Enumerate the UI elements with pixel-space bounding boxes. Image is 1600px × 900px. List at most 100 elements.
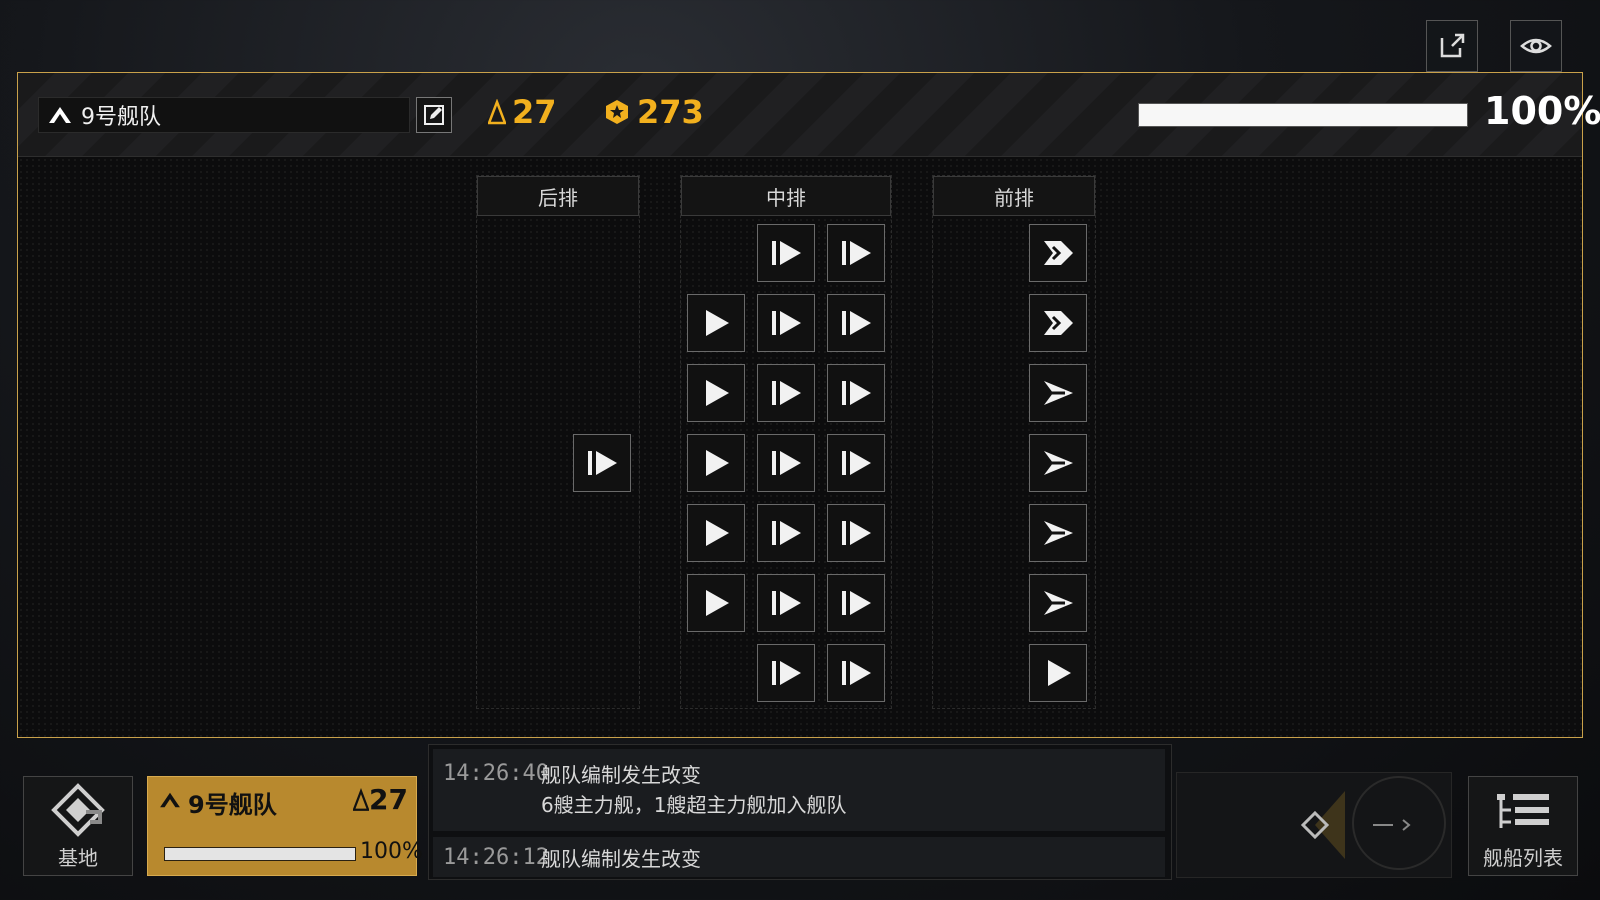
column-rear: 后排 bbox=[476, 175, 640, 709]
ship-icon bbox=[1044, 311, 1073, 335]
ship-icon bbox=[1048, 660, 1071, 686]
log-entry: 14:26:12 舰队编制发生改变 bbox=[433, 837, 1165, 877]
power-icon bbox=[488, 99, 506, 125]
fleet-power-value: 27 bbox=[512, 93, 557, 131]
ship-slot[interactable] bbox=[757, 434, 815, 492]
rename-button[interactable] bbox=[416, 97, 452, 133]
ship-icon bbox=[1044, 451, 1073, 475]
ship-icon bbox=[772, 661, 801, 685]
fleet-formation-panel: 9号舰队 27 273 100% 后排 中排 前排 bbox=[17, 72, 1600, 738]
ship-icon bbox=[706, 450, 729, 476]
eye-icon bbox=[1520, 38, 1552, 54]
ship-slot[interactable] bbox=[687, 364, 745, 422]
ship-icon bbox=[842, 311, 871, 335]
base-button[interactable]: 基地 bbox=[23, 776, 133, 876]
ship-slot[interactable] bbox=[687, 504, 745, 562]
ship-slot[interactable] bbox=[757, 294, 815, 352]
ship-icon bbox=[1044, 381, 1073, 405]
ship-slot[interactable] bbox=[827, 574, 885, 632]
ship-slot[interactable] bbox=[827, 504, 885, 562]
ship-slot[interactable] bbox=[1029, 574, 1087, 632]
fleet-readiness-bar bbox=[1138, 103, 1468, 127]
radar-icon bbox=[1300, 776, 1446, 870]
fleet-readiness-fill bbox=[1139, 104, 1467, 126]
fleet-card-readiness-fill bbox=[165, 848, 355, 860]
power-icon bbox=[353, 787, 370, 811]
ship-icon bbox=[772, 381, 801, 405]
fleet-card-readiness-bar bbox=[164, 847, 356, 861]
fleet-header: 9号舰队 27 273 100% bbox=[18, 73, 1600, 157]
log-entry: 14:26:40 舰队编制发生改变 6艘主力舰，1艘超主力舰加入舰队 bbox=[433, 749, 1165, 831]
ship-slot[interactable] bbox=[687, 294, 745, 352]
ship-list-label: 舰船列表 bbox=[1483, 846, 1563, 870]
ap-icon bbox=[606, 100, 628, 124]
event-log: 14:26:40 舰队编制发生改变 6艘主力舰，1艘超主力舰加入舰队 14:26… bbox=[428, 744, 1172, 880]
ship-icon bbox=[772, 241, 801, 265]
column-front-header: 前排 bbox=[933, 176, 1095, 216]
ship-icon bbox=[706, 310, 729, 336]
ship-slot[interactable] bbox=[757, 504, 815, 562]
ship-icon bbox=[772, 311, 801, 335]
fleet-card[interactable]: 9号舰队 27 100% bbox=[147, 776, 423, 876]
fleet-readiness-percent: 100% bbox=[1484, 89, 1600, 133]
fleet-power-stat: 27 bbox=[488, 93, 557, 131]
log-text: 舰队编制发生改变 bbox=[541, 847, 701, 871]
log-time: 14:26:40 bbox=[443, 761, 549, 786]
ship-slot[interactable] bbox=[757, 224, 815, 282]
fleet-card-power: 27 bbox=[353, 783, 408, 816]
ship-icon bbox=[1044, 521, 1073, 545]
ship-icon bbox=[842, 591, 871, 615]
fleet-card-power-value: 27 bbox=[369, 783, 408, 816]
ship-icon bbox=[588, 451, 617, 475]
ship-list-button[interactable]: 舰船列表 bbox=[1468, 776, 1578, 876]
fleet-card-percent: 100% bbox=[360, 839, 423, 864]
ship-slot[interactable] bbox=[1029, 224, 1087, 282]
column-middle: 中排 bbox=[680, 175, 892, 709]
edit-icon bbox=[424, 105, 444, 125]
ship-slot[interactable] bbox=[687, 434, 745, 492]
ship-slot[interactable] bbox=[1029, 504, 1087, 562]
fleet-ap-stat: 273 bbox=[603, 93, 704, 131]
ship-slot[interactable] bbox=[1029, 364, 1087, 422]
fleet-triangle-icon bbox=[49, 107, 71, 123]
fleet-name: 9号舰队 bbox=[81, 105, 161, 130]
ship-icon bbox=[706, 520, 729, 546]
ship-list-icon bbox=[1497, 794, 1549, 828]
ship-slot[interactable] bbox=[827, 224, 885, 282]
column-rear-header: 后排 bbox=[477, 176, 639, 216]
ship-slot[interactable] bbox=[687, 574, 745, 632]
ship-slot[interactable] bbox=[1029, 294, 1087, 352]
ship-slot[interactable] bbox=[757, 364, 815, 422]
ship-icon bbox=[1044, 591, 1073, 615]
ship-slot[interactable] bbox=[827, 644, 885, 702]
ship-icon bbox=[842, 521, 871, 545]
ship-icon bbox=[842, 241, 871, 265]
fleet-triangle-icon bbox=[160, 792, 180, 808]
ship-icon bbox=[772, 521, 801, 545]
share-icon bbox=[1440, 33, 1465, 58]
fleet-name-field[interactable]: 9号舰队 bbox=[38, 97, 410, 133]
ship-slot[interactable] bbox=[827, 364, 885, 422]
ship-slot[interactable] bbox=[827, 434, 885, 492]
ship-slot[interactable] bbox=[573, 434, 631, 492]
log-text: 6艘主力舰，1艘超主力舰加入舰队 bbox=[541, 793, 847, 817]
ship-slot[interactable] bbox=[1029, 644, 1087, 702]
log-text: 舰队编制发生改变 bbox=[541, 763, 701, 787]
ship-icon bbox=[772, 591, 801, 615]
minimap[interactable] bbox=[1176, 772, 1452, 878]
ship-icon bbox=[706, 590, 729, 616]
share-button[interactable] bbox=[1426, 20, 1478, 72]
ship-icon bbox=[706, 380, 729, 406]
ship-icon bbox=[842, 661, 871, 685]
ship-icon bbox=[1044, 241, 1073, 265]
view-toggle-button[interactable] bbox=[1510, 20, 1562, 72]
ship-slot[interactable] bbox=[757, 644, 815, 702]
ship-icon bbox=[772, 451, 801, 475]
fleet-card-name: 9号舰队 bbox=[188, 791, 277, 819]
ship-icon bbox=[842, 451, 871, 475]
ship-icon bbox=[842, 381, 871, 405]
ship-slot[interactable] bbox=[757, 574, 815, 632]
ship-slot[interactable] bbox=[1029, 434, 1087, 492]
ship-slot[interactable] bbox=[827, 294, 885, 352]
column-front: 前排 bbox=[932, 175, 1096, 709]
